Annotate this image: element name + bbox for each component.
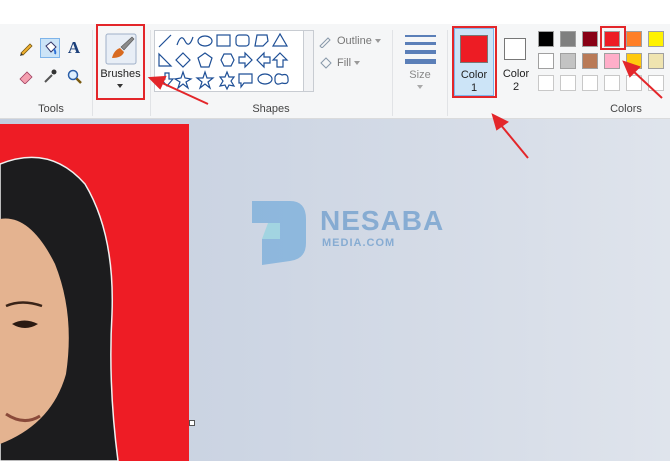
pencil-icon [20, 43, 33, 56]
polygon-shape-icon [254, 34, 269, 47]
tools-group-label: Tools [38, 103, 64, 115]
right-triangle-shape-icon [158, 52, 173, 67]
nesaba-logo-icon [252, 201, 306, 265]
color2-label: Color [502, 68, 530, 80]
color2-number: 2 [512, 81, 520, 93]
ribbon-tab-strip [0, 0, 670, 24]
callout-rect-shape-icon [238, 73, 253, 89]
palette-swatch[interactable] [538, 75, 554, 91]
eraser-icon [19, 71, 33, 84]
curve-shape-icon [176, 36, 194, 46]
watermark-brand: NESABA [320, 205, 445, 236]
highlight-red-swatch [600, 26, 626, 50]
gallery-scroll[interactable] [303, 31, 313, 91]
chevron-down-icon [417, 85, 423, 89]
fill-bucket-icon [320, 57, 332, 69]
triangle-shape-icon [271, 32, 289, 47]
ribbon: A Tools Brushes Outline Fill Shapes Size… [0, 0, 670, 119]
palette-swatch[interactable] [604, 53, 620, 69]
canvas-photo[interactable] [0, 124, 189, 461]
callout-oval-shape-icon [257, 73, 273, 85]
shapes-gallery[interactable] [154, 30, 314, 92]
text-tool[interactable]: A [64, 38, 84, 58]
eyedropper-icon [44, 69, 57, 83]
four-point-star-shape-icon [173, 70, 193, 90]
palette-swatch[interactable] [626, 53, 642, 69]
watermark-sub: MEDIA.COM [322, 237, 396, 249]
palette-swatch[interactable] [538, 53, 554, 69]
watermark: NESABA MEDIA.COM [246, 195, 446, 270]
chevron-down-icon [374, 39, 381, 43]
magnifier-tool[interactable] [64, 66, 84, 86]
line-shape-icon [158, 34, 172, 48]
left-arrow-shape-icon [256, 51, 271, 69]
palette-swatch[interactable] [582, 75, 598, 91]
highlight-brushes [96, 24, 145, 100]
tools-group: A Tools [10, 24, 92, 118]
palette-swatch[interactable] [626, 75, 642, 91]
rounded-rectangle-shape-icon [235, 34, 250, 47]
down-arrow-shape-icon [159, 72, 175, 87]
hexagon-shape-icon [220, 53, 235, 67]
chevron-down-icon [354, 61, 361, 65]
palette-swatch[interactable] [648, 31, 664, 47]
color2-swatch [504, 38, 526, 60]
text-a-icon: A [67, 38, 81, 57]
palette-swatch[interactable] [604, 75, 620, 91]
portrait-image [0, 156, 119, 461]
palette-swatch[interactable] [560, 31, 576, 47]
palette-swatch[interactable] [626, 31, 642, 47]
size-label: Size [409, 69, 431, 81]
outline-label: Outline [337, 35, 372, 47]
resize-handle[interactable] [189, 420, 195, 426]
eraser-tool[interactable] [16, 66, 36, 86]
cloud-shape-icon [274, 73, 289, 85]
highlight-color1 [452, 26, 497, 98]
palette-swatch[interactable] [538, 31, 554, 47]
palette-swatch[interactable] [648, 75, 664, 91]
color2-button[interactable]: Color 2 [498, 28, 534, 96]
palette-swatch[interactable] [582, 53, 598, 69]
fill-label: Fill [337, 57, 352, 69]
paint-bucket-icon [45, 41, 57, 55]
colors-group-label: Colors [610, 103, 642, 115]
up-arrow-shape-icon [271, 52, 289, 68]
pencil-tool[interactable] [16, 38, 36, 58]
separator [392, 30, 393, 116]
size-lines-icon [405, 35, 436, 64]
size-button[interactable]: Size [398, 30, 442, 94]
fill-tool[interactable] [40, 38, 60, 58]
outline-button[interactable]: Outline [318, 34, 381, 48]
palette-swatch[interactable] [648, 53, 664, 69]
five-point-star-shape-icon [195, 70, 215, 90]
separator [447, 30, 448, 116]
color-picker-tool[interactable] [40, 66, 60, 86]
six-point-star-shape-icon [218, 70, 236, 91]
fill-button[interactable]: Fill [318, 56, 361, 70]
shapes-grid [158, 32, 289, 91]
magnifier-icon [67, 69, 82, 84]
palette-swatch[interactable] [582, 31, 598, 47]
outline-pencil-icon [319, 37, 331, 48]
pentagon-shape-icon [197, 52, 213, 68]
oval-shape-icon [197, 35, 213, 47]
palette-swatch[interactable] [560, 53, 576, 69]
right-arrow-shape-icon [238, 51, 253, 69]
rectangle-shape-icon [216, 34, 231, 47]
diamond-shape-icon [175, 52, 191, 68]
shapes-group-label: Shapes [252, 103, 290, 115]
palette-swatch[interactable] [560, 75, 576, 91]
separator [92, 30, 93, 116]
